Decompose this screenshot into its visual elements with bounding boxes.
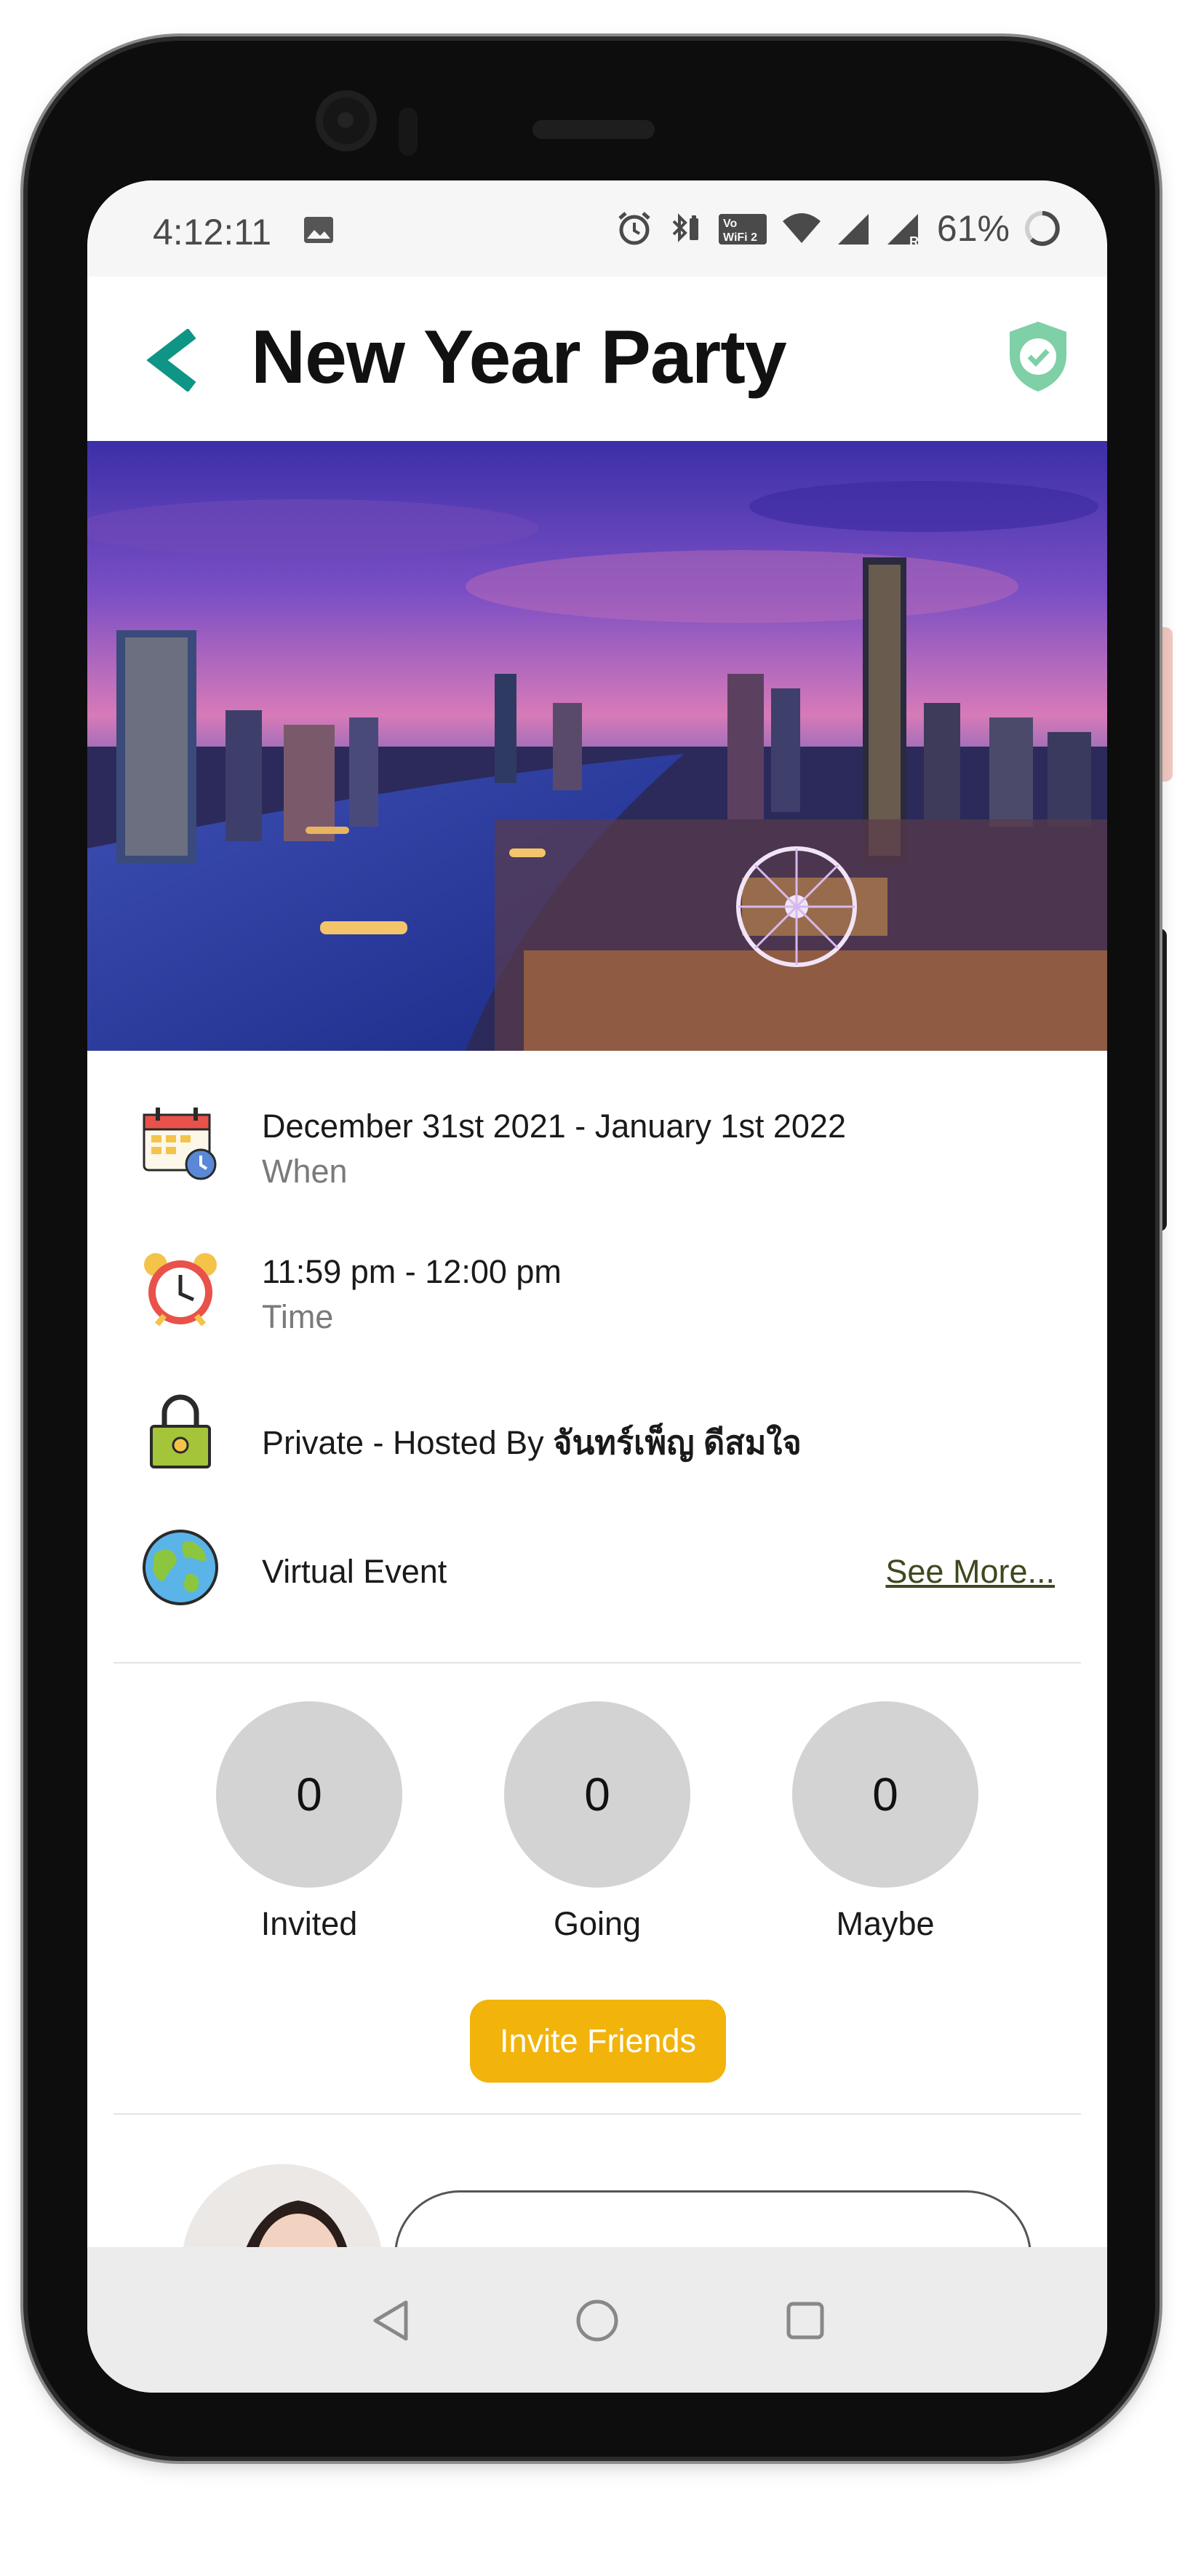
- volte-wifi-icon: Vo WiFi 2: [718, 214, 767, 245]
- event-privacy: Private - Hosted By จันทร์เพ็ญ ดีสมใจ: [262, 1416, 802, 1468]
- signal-roaming-icon: R: [887, 214, 919, 247]
- chevron-left-icon: [147, 329, 196, 391]
- earpiece-speaker: [532, 120, 655, 139]
- host-name[interactable]: จันทร์เพ็ญ ดีสมใจ: [553, 1424, 802, 1461]
- status-icons: Vo WiFi 2 R 61%: [615, 207, 1062, 250]
- divider-top: [113, 1662, 1081, 1663]
- invited-count: 0: [216, 1701, 402, 1888]
- event-time: 11:59 pm - 12:00 pm: [262, 1253, 562, 1290]
- image-icon: [304, 217, 333, 243]
- front-camera: [316, 90, 377, 151]
- shield-check-icon[interactable]: [1005, 319, 1071, 393]
- city-skyline-illustration: [87, 441, 1107, 1051]
- back-button[interactable]: [140, 327, 205, 393]
- battery-percent: 61%: [936, 208, 1010, 249]
- svg-text:Vo: Vo: [723, 218, 737, 230]
- event-cover-image: [87, 441, 1107, 1051]
- invite-friends-button[interactable]: Invite Friends: [470, 2000, 726, 2083]
- event-date: December 31st 2021 - January 1st 2022: [262, 1108, 846, 1145]
- bluetooth-battery-icon: [672, 213, 698, 242]
- privacy-prefix: Private - Hosted By: [262, 1424, 544, 1461]
- status-time: 4:12:11: [153, 212, 272, 253]
- divider-bottom: [113, 2113, 1081, 2115]
- alarm-icon: [618, 212, 650, 245]
- event-location: Virtual Event: [262, 1553, 447, 1590]
- screen: 4:12:11 Vo WiFi 2 R 61% New Year Party D…: [87, 180, 1107, 2393]
- battery-ring-icon: [1025, 211, 1060, 246]
- event-privacy-row: Private - Hosted By จันทร์เพ็ญ ดีสมใจ: [87, 1390, 1107, 1484]
- svg-text:WiFi 2: WiFi 2: [723, 231, 757, 244]
- wifi-icon: [782, 213, 821, 243]
- system-nav-bar: [87, 2247, 1107, 2393]
- going-label: Going: [553, 1905, 642, 1942]
- event-location-row: Virtual Event See More...: [87, 1527, 1107, 1621]
- calendar-icon: [143, 1108, 217, 1180]
- signal-icon: [837, 214, 869, 245]
- proximity-sensor: [399, 108, 418, 156]
- app-header: New Year Party: [87, 277, 1107, 441]
- maybe-label: Maybe: [836, 1905, 935, 1942]
- maybe-counter[interactable]: 0 Maybe: [792, 1701, 978, 1943]
- see-more-link[interactable]: See More...: [885, 1553, 1055, 1591]
- globe-icon: [143, 1530, 218, 1605]
- event-date-label: When: [262, 1153, 348, 1190]
- invited-label: Invited: [260, 1905, 358, 1942]
- padlock-icon: [150, 1394, 211, 1468]
- going-counter[interactable]: 0 Going: [504, 1701, 690, 1943]
- home-circle-icon[interactable]: [573, 2297, 621, 2345]
- back-triangle-icon[interactable]: [368, 2297, 416, 2345]
- invited-counter[interactable]: 0 Invited: [216, 1701, 402, 1943]
- event-when-row: December 31st 2021 - January 1st 2022 Wh…: [87, 1099, 1107, 1193]
- svg-text:R: R: [909, 234, 919, 247]
- recents-square-icon[interactable]: [781, 2297, 829, 2345]
- going-count: 0: [504, 1701, 690, 1888]
- alarm-clock-icon: [144, 1253, 217, 1327]
- event-time-row: 11:59 pm - 12:00 pm Time: [87, 1244, 1107, 1339]
- event-time-label: Time: [262, 1298, 334, 1335]
- status-bar: 4:12:11 Vo WiFi 2 R 61%: [87, 180, 1107, 277]
- maybe-count: 0: [792, 1701, 978, 1888]
- page-title: New Year Party: [251, 315, 787, 399]
